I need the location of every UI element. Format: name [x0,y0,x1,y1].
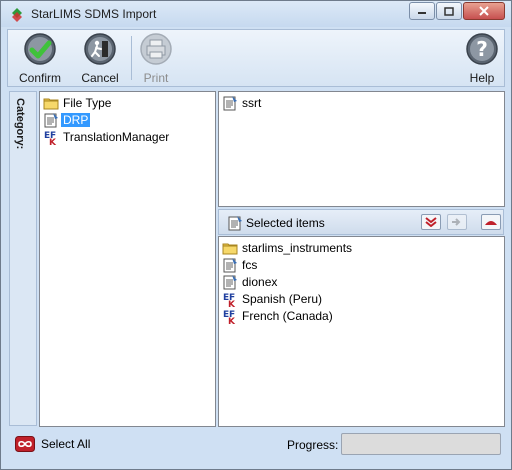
tree-item-label: File Type [63,96,112,110]
available-items-list[interactable]: ssrt [218,91,505,207]
svg-text:?: ? [476,37,488,61]
help-label: Help [469,71,495,85]
window-controls [408,2,505,20]
tree-item-label: TranslationManager [63,130,170,144]
svg-text:K: K [228,317,236,324]
infinity-icon [15,436,35,452]
list-item-dionex[interactable]: dionex [222,274,279,290]
folder-icon [43,98,59,110]
exit-icon [84,33,116,65]
remove-button[interactable] [481,214,501,230]
maximize-button[interactable] [436,2,462,20]
tree-item-translation-manager[interactable]: E F K TranslationManager [43,129,171,145]
list-item-label: French (Canada) [242,309,333,323]
tree-item-drp[interactable]: DRP [43,112,91,128]
folder-icon [222,243,238,255]
document-icon [223,96,237,111]
document-icon [223,258,237,273]
list-item-label: fcs [242,258,258,272]
print-label: Print [143,71,169,85]
window-title: StarLIMS SDMS Import [31,7,157,21]
confirm-label: Confirm [18,71,61,85]
category-strip: Category: [9,91,37,426]
list-item-label: dionex [242,275,278,289]
list-item-starlims-instruments[interactable]: starlims_instruments [222,240,354,256]
status-bar: Select All Progress: [7,431,505,459]
main-window: StarLIMS SDMS Import Confirm Cancel Prin… [0,0,512,470]
select-all-button[interactable]: Select All [15,436,90,452]
arrow-icon [452,218,461,226]
selected-items-title: Selected items [246,216,325,230]
print-button[interactable]: Print [130,32,182,85]
svg-text:K: K [49,138,57,145]
help-icon: ? [466,33,498,65]
category-tree[interactable]: File Type DRP E F K TranslationManager [39,91,216,427]
maximize-icon [444,6,454,16]
cancel-label: Cancel [81,71,119,85]
translation-icon: E F K [44,131,57,145]
close-button[interactable] [463,2,505,20]
list-item-ssrt[interactable]: ssrt [222,95,263,111]
document-list-icon [228,216,242,231]
toolbar: Confirm Cancel Print ? Help [7,29,505,87]
selected-items-header: Selected items [218,209,504,235]
translation-icon: E F K [223,310,236,324]
printer-icon [140,33,172,65]
cancel-button[interactable]: Cancel [74,32,126,85]
progress-bar [341,433,501,455]
tree-item-file-type[interactable]: File Type [43,95,113,111]
list-item-french-canada[interactable]: E F K French (Canada) [222,308,335,324]
document-icon [44,113,58,128]
translation-icon: E F K [223,293,236,307]
help-button[interactable]: ? Help [456,32,508,85]
list-item-label: ssrt [242,96,262,110]
double-chevron-down-icon [425,217,437,227]
confirm-icon [24,33,56,65]
title-bar: StarLIMS SDMS Import [1,1,511,27]
list-item-spanish-peru[interactable]: E F K Spanish (Peru) [222,291,324,307]
list-item-label: starlims_instruments [242,241,353,255]
progress-label: Progress: [287,438,339,452]
category-label: Category: [14,98,26,150]
close-icon [479,6,489,16]
move-down-button[interactable] [421,214,441,230]
tree-item-label: DRP [61,113,91,127]
app-icon [12,8,22,22]
document-icon [223,275,237,290]
eject-icon [485,221,497,225]
svg-text:K: K [228,300,236,307]
list-item-fcs[interactable]: fcs [222,257,259,273]
selected-items-list[interactable]: starlims_instruments fcs dionex E F K Sp… [218,236,505,427]
confirm-button[interactable]: Confirm [14,32,66,85]
select-all-label: Select All [41,437,91,451]
minimize-icon [418,12,426,14]
move-button[interactable] [447,214,467,230]
list-item-label: Spanish (Peru) [242,292,323,306]
minimize-button[interactable] [409,2,435,20]
